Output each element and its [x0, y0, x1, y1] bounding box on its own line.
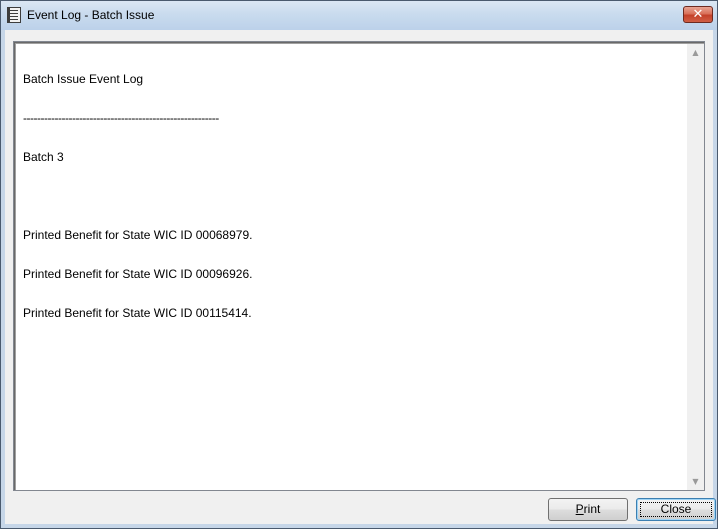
log-line-entry: Printed Benefit for State WIC ID 0006897… [23, 228, 253, 242]
dialog-client-area: Batch Issue Event Log ------------------… [5, 30, 716, 524]
scroll-down-arrow-icon[interactable]: ▼ [687, 473, 704, 490]
event-log-window: Event Log - Batch Issue ✕ Batch Issue Ev… [0, 0, 718, 529]
window-title: Event Log - Batch Issue [27, 8, 155, 22]
event-log-textbox[interactable]: Batch Issue Event Log ------------------… [13, 41, 705, 491]
log-line-batch: Batch 3 [23, 150, 64, 164]
log-line-blank [23, 190, 683, 203]
log-line-divider: ----------------------------------------… [23, 111, 219, 125]
notebook-icon [7, 7, 21, 23]
print-button[interactable]: Print [548, 498, 628, 521]
scroll-up-arrow-icon[interactable]: ▲ [687, 44, 704, 61]
close-button[interactable]: Close [636, 498, 716, 521]
log-line-heading: Batch Issue Event Log [23, 72, 144, 86]
vertical-scrollbar[interactable]: ▲ ▼ [687, 44, 704, 490]
print-button-accelerator: P [575, 502, 584, 516]
print-button-label: rint [583, 502, 601, 516]
focus-ring [640, 502, 712, 517]
log-line-entry: Printed Benefit for State WIC ID 0011541… [23, 306, 252, 320]
window-close-button[interactable]: ✕ [683, 6, 713, 23]
event-log-content: Batch Issue Event Log ------------------… [23, 47, 683, 346]
log-line-entry: Printed Benefit for State WIC ID 0009692… [23, 267, 253, 281]
title-bar[interactable]: Event Log - Batch Issue ✕ [1, 1, 717, 30]
